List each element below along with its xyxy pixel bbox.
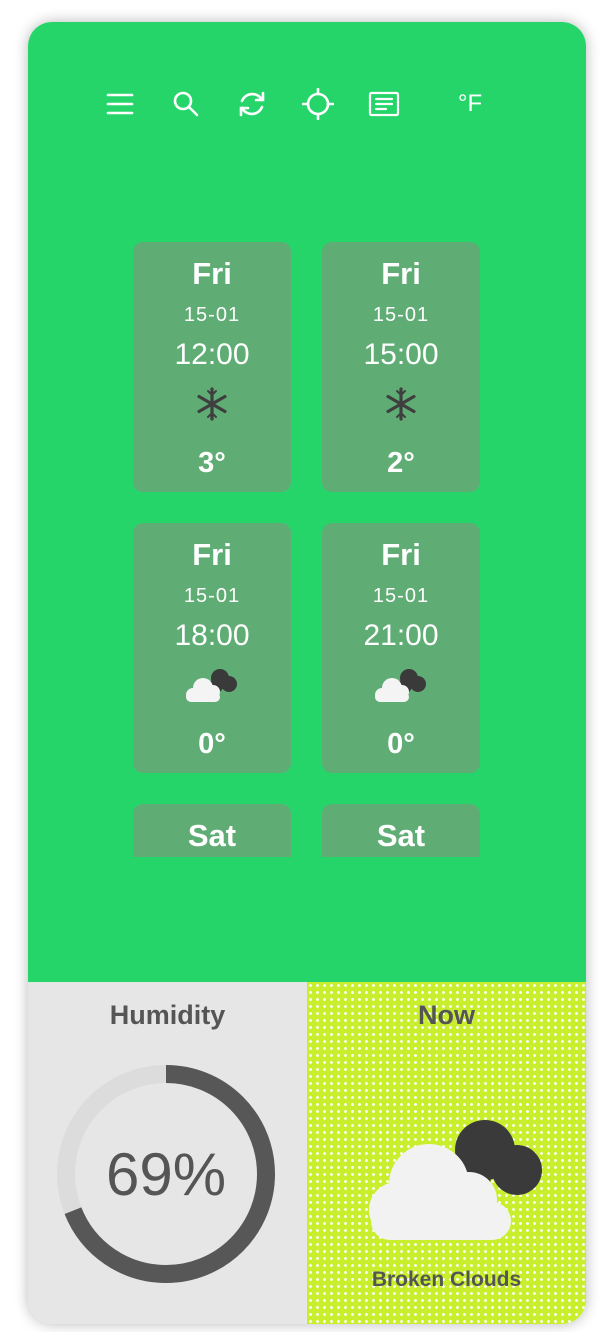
humidity-panel: Humidity 69% bbox=[28, 982, 307, 1324]
forecast-day: Fri bbox=[192, 256, 232, 291]
forecast-time: 21:00 bbox=[363, 619, 439, 652]
forecast-date: 15-01 bbox=[183, 585, 241, 607]
forecast-card[interactable]: Sat bbox=[133, 804, 291, 857]
forecast-day: Fri bbox=[381, 256, 421, 291]
humidity-value: 69% bbox=[105, 1140, 227, 1208]
forecast-card[interactable]: Fri 15-01 21:00 0° bbox=[322, 523, 480, 773]
forecast-temp: 0° bbox=[198, 728, 226, 760]
forecast-card[interactable]: Fri 15-01 18:00 0° bbox=[133, 523, 291, 773]
list-icon[interactable] bbox=[366, 86, 402, 122]
forecast-date: 15-01 bbox=[183, 304, 241, 326]
forecast-card[interactable]: Fri 15-01 12:00 3° bbox=[133, 242, 291, 492]
humidity-title: Humidity bbox=[109, 1000, 226, 1030]
broken-clouds-icon bbox=[369, 1120, 542, 1240]
main-panel: °F Fri 15-01 12:00 3° Fri 15-01 15:00 2°… bbox=[28, 22, 586, 982]
forecast-list[interactable]: Fri 15-01 12:00 3° Fri 15-01 15:00 2° Fr… bbox=[133, 242, 483, 857]
snow-icon bbox=[386, 387, 416, 421]
forecast-date: 15-01 bbox=[372, 304, 430, 326]
unit-toggle[interactable]: °F bbox=[450, 88, 490, 120]
forecast-time: 15:00 bbox=[363, 338, 439, 371]
forecast-temp: 3° bbox=[198, 447, 226, 479]
broken-clouds-icon bbox=[186, 669, 237, 702]
app-window: °F Fri 15-01 12:00 3° Fri 15-01 15:00 2°… bbox=[28, 22, 586, 1324]
forecast-card[interactable]: Sat bbox=[322, 804, 480, 857]
forecast-time: 18:00 bbox=[174, 619, 250, 652]
now-title: Now bbox=[418, 1000, 475, 1030]
toolbar: °F bbox=[28, 22, 586, 182]
forecast-card[interactable]: Fri 15-01 15:00 2° bbox=[322, 242, 480, 492]
search-icon[interactable] bbox=[168, 86, 204, 122]
forecast-temp: 0° bbox=[387, 728, 415, 760]
forecast-date: 15-01 bbox=[372, 585, 430, 607]
refresh-icon[interactable] bbox=[234, 86, 270, 122]
forecast-day: Sat bbox=[376, 818, 426, 853]
forecast-temp: 2° bbox=[387, 447, 415, 479]
forecast-day: Fri bbox=[381, 537, 421, 572]
now-description: Broken Clouds bbox=[371, 1268, 522, 1291]
forecast-day: Fri bbox=[192, 537, 232, 572]
locate-icon[interactable] bbox=[300, 86, 336, 122]
menu-icon[interactable] bbox=[102, 86, 138, 122]
broken-clouds-icon bbox=[375, 669, 426, 702]
snow-icon bbox=[197, 387, 227, 421]
now-panel: Now Broken Clouds bbox=[307, 982, 586, 1324]
forecast-time: 12:00 bbox=[174, 338, 250, 371]
forecast-day: Sat bbox=[187, 818, 237, 853]
